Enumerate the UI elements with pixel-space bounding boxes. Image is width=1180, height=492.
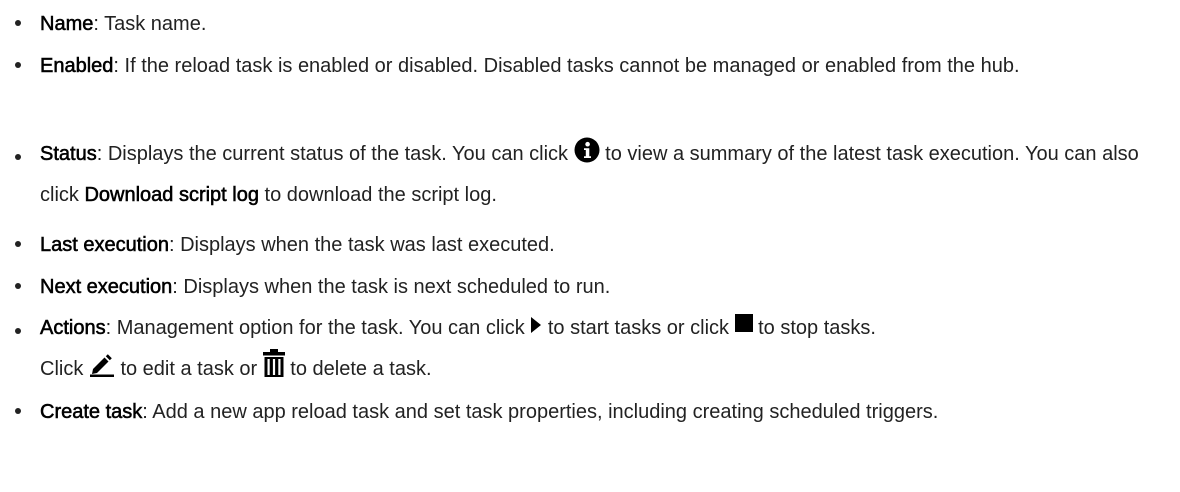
desc-create-task: : Add a new app reload task and set task… xyxy=(142,401,939,423)
bullet xyxy=(13,271,23,303)
list-item-name: Name: Task name. xyxy=(40,8,1150,40)
list-item-next-execution: Next execution: Displays when the task i… xyxy=(40,271,1150,303)
bullet xyxy=(13,229,23,261)
info-circle-icon xyxy=(574,137,600,163)
desc-actions-5: to edit a task or xyxy=(114,358,263,380)
list-item-enabled: Enabled: If the reload task is enabled o… xyxy=(40,50,1150,82)
play-icon xyxy=(530,316,542,334)
term-name: Name xyxy=(40,13,94,36)
bullet xyxy=(13,8,23,40)
list-item-last-execution: Last execution: Displays when the task w… xyxy=(40,229,1150,261)
desc-name: : Task name. xyxy=(93,13,207,35)
bullet xyxy=(13,50,23,82)
desc-actions-2: to start tasks or click xyxy=(542,317,735,339)
edit-pencil-icon xyxy=(89,353,115,377)
bullet xyxy=(13,138,23,179)
desc-next-execution: : Displays when the task is next schedul… xyxy=(172,276,611,298)
term-actions: Actions xyxy=(40,317,106,340)
trash-icon xyxy=(262,349,285,377)
desc-actions-3: to stop tasks. xyxy=(752,317,876,339)
list-item-actions: Actions: Management option for the task.… xyxy=(40,308,1150,390)
term-create-task: Create task xyxy=(40,401,143,424)
desc-status-3: to download the script log. xyxy=(258,184,497,206)
desc-last-execution: : Displays when the task was last execut… xyxy=(168,234,555,256)
desc-actions-6: to delete a task. xyxy=(284,358,432,380)
desc-actions-1: : Management option for the task. You ca… xyxy=(105,317,531,339)
desc-enabled: : If the reload task is enabled or disab… xyxy=(113,55,1020,77)
desc-actions-4: Click xyxy=(40,358,89,380)
download-script-log-label: Download script log xyxy=(84,184,259,207)
desc-status-1: : Displays the current status of the tas… xyxy=(96,143,574,165)
document: Name: Task name. Enabled: If the reload … xyxy=(0,0,1180,492)
list-item-create-task: Create task: Add a new app reload task a… xyxy=(40,396,1150,428)
term-status: Status xyxy=(40,143,97,166)
list-item-status: Status: Displays the current status of t… xyxy=(40,134,1150,216)
term-enabled: Enabled xyxy=(40,55,114,78)
bullet xyxy=(13,396,23,428)
term-next-execution: Next execution xyxy=(40,276,173,299)
term-last-execution: Last execution xyxy=(40,234,170,257)
stop-icon xyxy=(734,314,753,332)
bullet xyxy=(13,312,23,353)
